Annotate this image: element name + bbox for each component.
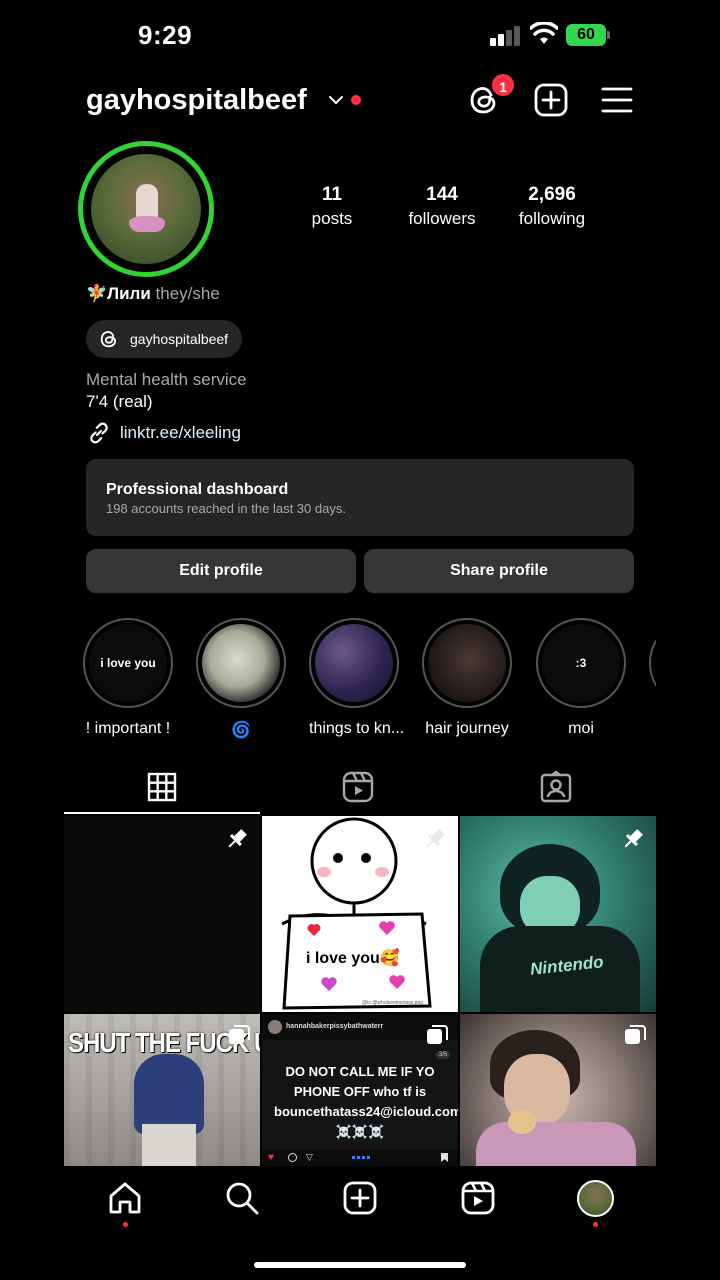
profile-header: gayhospitalbeef 1 [0,70,720,130]
profile-notification-dot [593,1222,598,1227]
bio-link[interactable]: linktr.ee/xleeling [86,420,241,446]
bio-text: 7'4 (real) [86,392,153,411]
active-tab-indicator [64,812,260,814]
post-author-handle: hannahbakerpissybathwaterr [286,1023,384,1030]
highlight-label: 🌀 [231,722,251,739]
multiple-images-icon [229,1025,250,1044]
highlight-cover: :3 [542,624,620,702]
bio-link-text: linktr.ee/xleeling [120,423,241,442]
battery-icon: 60 [566,24,610,46]
avatar [91,154,201,264]
threads-notification-badge: 1 [490,72,516,98]
account-switcher[interactable]: gayhospitalbeef [86,84,307,117]
post-screenshot-text: DO NOT CALL ME IF YO PHONE OFF who tf is… [274,1064,458,1139]
post-thumbnail[interactable] [64,816,260,1012]
profile-avatar[interactable] [78,141,214,277]
highlight-item[interactable]: :3 moi [536,618,626,738]
home-notification-dot [123,1222,128,1227]
chevron-down-icon[interactable] [328,92,344,108]
highlight-label: things to kn... [309,720,405,737]
threads-icon [100,331,117,348]
tagged-icon [540,771,572,803]
status-time: 9:29 [138,20,193,50]
highlight-cover [315,624,393,702]
post-caption-text: i love you🥰 [306,950,400,967]
post-thumbnail[interactable]: hannahbakerpissybathwaterr 3/5 DO NOT CA… [262,1014,458,1166]
threads-handle: gayhospitalbeef [130,331,229,347]
highlight-label: hair journey [425,720,509,737]
post-thumbnail[interactable]: i love you🥰 @tc:@wholesomeness.png [262,816,458,1012]
fairy-emoji: 🧚 [86,284,108,303]
multiple-images-icon [625,1025,646,1044]
grid-icon [147,772,177,802]
professional-dashboard[interactable]: Professional dashboard 198 accounts reac… [86,459,634,536]
highlight-item[interactable]: hair journey [422,618,512,738]
dashboard-title: Professional dashboard [106,481,289,498]
link-icon [90,422,108,444]
posts-count-label: posts [311,209,353,228]
highlight-label: moi [568,720,594,737]
tab-tagged[interactable] [458,760,654,814]
reels-icon [342,771,374,803]
post-thumbnail[interactable] [460,1014,656,1166]
cellular-signal-icon [490,26,522,46]
pin-icon [426,829,445,848]
followers-count[interactable]: 144 followers [387,184,497,229]
comment-icon [288,1153,297,1162]
carousel-page-indicator: 3/5 [436,1051,451,1059]
highlight-item[interactable]: 🌀 [196,618,286,740]
create-post-icon[interactable] [533,82,569,118]
followers-count-number: 144 [426,184,458,205]
home-icon[interactable] [107,1180,143,1216]
post-thumbnail[interactable]: Nintendo [460,816,656,1012]
profile-category: Mental health service [86,370,247,389]
following-count-number: 2,696 [528,184,576,205]
share-profile-button[interactable]: Share profile [364,549,634,593]
highlight-item[interactable]: things to kn... [309,618,405,738]
post-credit-text: @tc:@wholesomeness.png [362,1000,424,1006]
highlight-label: ! important ! [85,720,171,737]
wifi-icon [530,22,558,44]
highlight-cover [428,624,506,702]
post-action-bar: ♥ ▽ [268,1152,452,1164]
search-icon[interactable] [224,1180,260,1216]
following-count[interactable]: 2,696 following [497,184,607,229]
threads-profile-link[interactable]: gayhospitalbeef [86,320,243,358]
battery-level: 60 [566,24,606,46]
profile-tab-avatar[interactable] [577,1180,614,1217]
highlight-cover: i love you [89,624,167,702]
display-name-line: 🧚Лили they/she [86,284,220,304]
highlight-item-partial[interactable] [649,618,656,708]
followers-count-label: followers [408,209,476,228]
menu-icon[interactable] [599,82,635,118]
tab-reels[interactable] [260,760,456,814]
display-name: Лили [107,284,151,303]
new-post-icon[interactable] [342,1180,378,1216]
edit-profile-button[interactable]: Edit profile [86,549,356,593]
carousel-dots [352,1156,372,1159]
highlight-cover [202,624,280,702]
following-count-label: following [518,209,586,228]
heart-icon: ♥ [268,1152,274,1163]
home-indicator [254,1262,466,1268]
multiple-images-icon [427,1025,448,1044]
post-thumbnail[interactable]: SHUT THE FUCK UP [64,1014,260,1166]
unread-dot [351,95,361,105]
posts-count-number: 11 [321,184,343,205]
reels-icon[interactable] [460,1180,496,1216]
pin-icon [228,829,247,848]
bottom-navigation [0,1166,720,1236]
dashboard-subtitle: 198 accounts reached in the last 30 days… [106,501,346,516]
tab-posts-grid[interactable] [64,760,260,814]
posts-count[interactable]: 11 posts [277,184,387,229]
pronouns: they/she [155,284,220,303]
bookmark-icon [441,1153,448,1162]
highlight-item[interactable]: i love you ! important ! [83,618,173,738]
share-icon: ▽ [306,1152,313,1162]
status-bar: 9:29 60 [0,0,720,70]
pin-icon [624,829,643,848]
